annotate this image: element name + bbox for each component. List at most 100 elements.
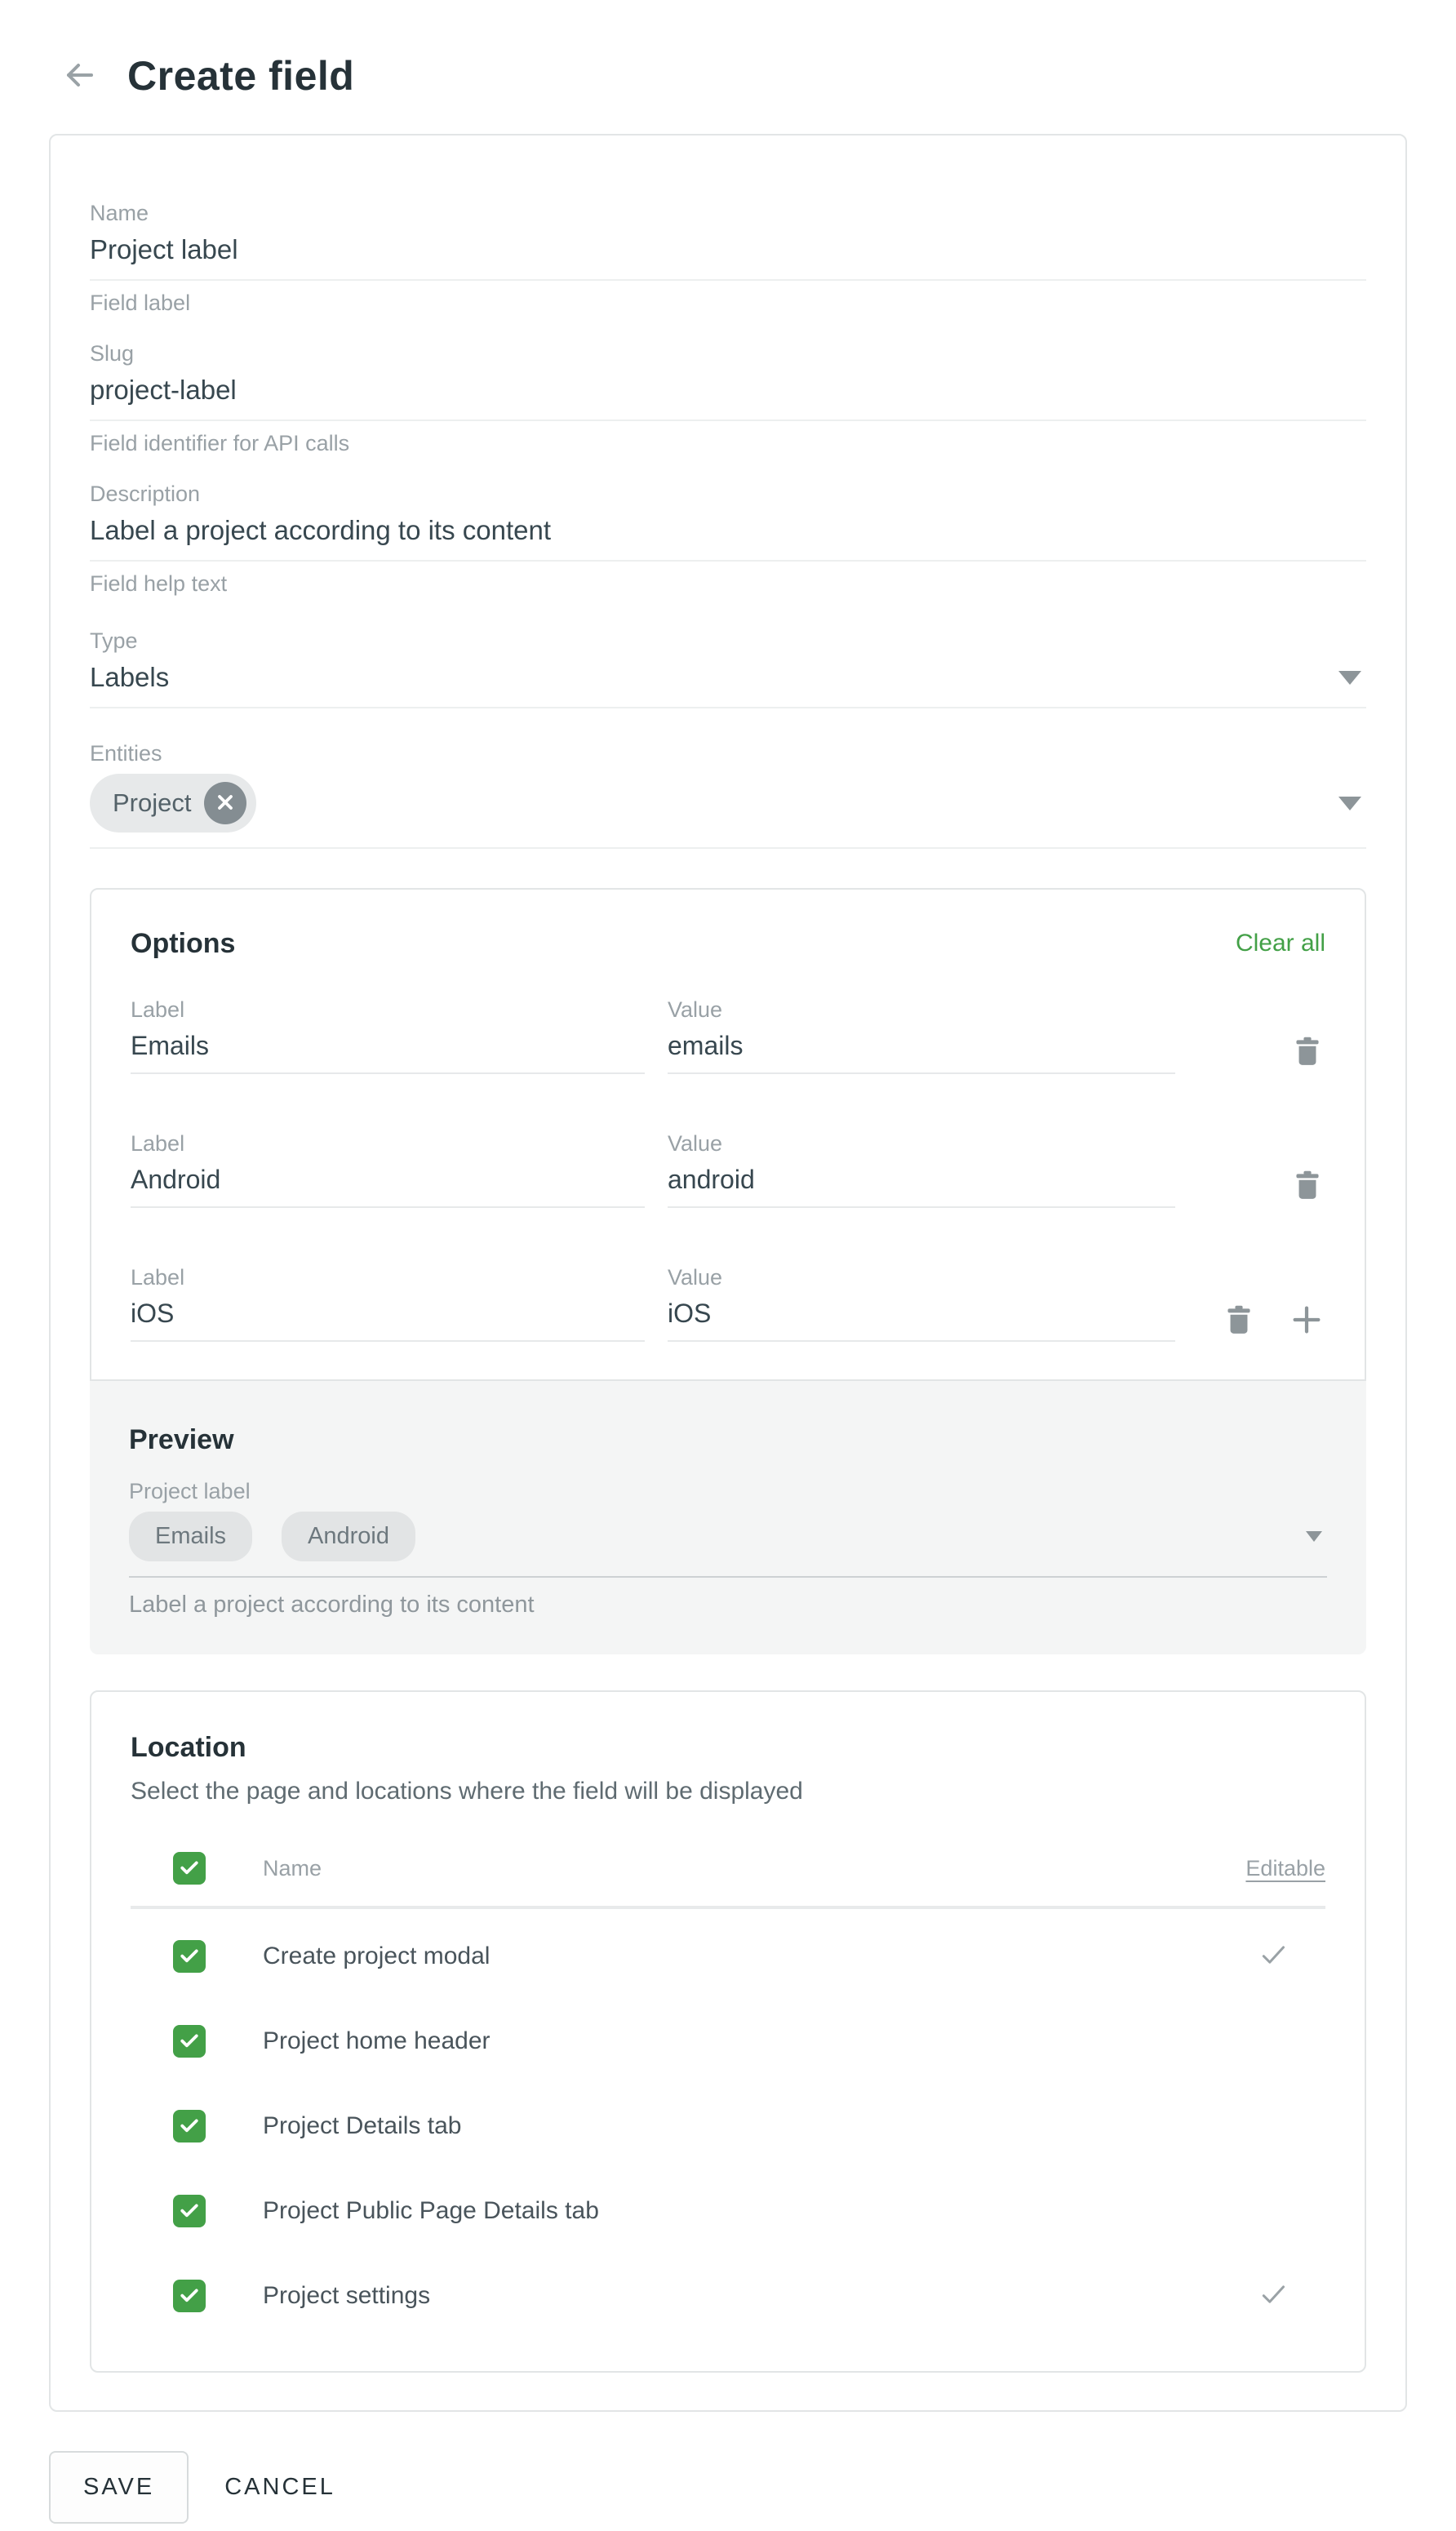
option-label-field: Label <box>131 1265 645 1342</box>
delete-option-button[interactable] <box>1290 1167 1325 1206</box>
description-input[interactable] <box>90 509 1366 562</box>
option-label-field: Label <box>131 997 645 1074</box>
arrow-left-icon <box>60 56 100 97</box>
location-checkbox[interactable] <box>173 2110 206 2142</box>
location-row-name: Project Details tab <box>263 2112 461 2140</box>
option-value-field: Value <box>668 1265 1175 1342</box>
trash-icon <box>1290 1167 1325 1206</box>
check-icon <box>177 2198 202 2225</box>
add-option-button[interactable] <box>1288 1301 1325 1341</box>
entity-chip-label: Project <box>113 788 191 818</box>
option-label-input[interactable] <box>131 1159 645 1208</box>
location-row-name: Create project modal <box>263 1943 490 1970</box>
option-value-caption: Value <box>668 1265 1175 1290</box>
description-helper: Field help text <box>90 571 1366 596</box>
delete-option-button[interactable] <box>1221 1302 1257 1340</box>
location-checkbox[interactable] <box>173 1940 206 1973</box>
name-helper: Field label <box>90 291 1366 315</box>
entities-select[interactable]: Project <box>90 774 1366 849</box>
options-title: Options <box>131 927 235 960</box>
options-section: Options Clear all Label Value <box>90 888 1366 1381</box>
select-all-checkbox[interactable] <box>173 1852 206 1885</box>
option-label-caption: Label <box>131 1131 645 1156</box>
option-value-input[interactable] <box>668 1293 1175 1342</box>
type-selected-value: Labels <box>90 661 169 694</box>
entities-label: Entities <box>90 741 1366 766</box>
slug-field: Slug Field identifier for API calls <box>90 341 1366 455</box>
back-button[interactable] <box>57 53 103 99</box>
location-row: Project home header <box>131 1999 1325 2084</box>
preview-section: Preview Project label Emails Android Lab… <box>90 1381 1366 1654</box>
chevron-down-icon <box>1338 671 1361 685</box>
location-checkbox[interactable] <box>173 2280 206 2312</box>
option-row: Label Value <box>131 1131 1325 1208</box>
description-field: Description Field help text <box>90 482 1366 596</box>
option-value-field: Value <box>668 997 1175 1074</box>
option-label-field: Label <box>131 1131 645 1208</box>
preview-helper: Label a project according to its content <box>129 1591 1327 1619</box>
editable-check-icon <box>1257 2278 1290 2315</box>
location-row-name: Project Public Page Details tab <box>263 2197 599 2225</box>
page-title: Create field <box>127 52 354 100</box>
chevron-down-icon <box>1306 1531 1322 1542</box>
location-row: Create project modal <box>131 1914 1325 1999</box>
type-field: Type Labels <box>90 628 1366 708</box>
editable-column-header: Editable <box>1187 1856 1325 1881</box>
location-row: Project Public Page Details tab <box>131 2169 1325 2253</box>
create-field-card: Name Field label Slug Field identifier f… <box>49 134 1407 2412</box>
table-divider <box>131 1906 1325 1909</box>
preview-underline <box>129 1576 1327 1578</box>
type-label: Type <box>90 628 1366 653</box>
location-section: Location Select the page and locations w… <box>90 1690 1366 2373</box>
location-checkbox[interactable] <box>173 2025 206 2058</box>
check-icon <box>177 1855 202 1882</box>
name-label: Name <box>90 201 1366 225</box>
remove-chip-button[interactable] <box>204 782 246 824</box>
editable-check-icon <box>1257 1938 1290 1975</box>
check-icon <box>177 2028 202 2055</box>
name-input[interactable] <box>90 229 1366 281</box>
option-label-input[interactable] <box>131 1025 645 1074</box>
option-label-caption: Label <box>131 997 645 1022</box>
clear-all-button[interactable]: Clear all <box>1236 930 1325 957</box>
trash-icon <box>1290 1033 1325 1072</box>
option-row: Label Value <box>131 997 1325 1074</box>
option-value-input[interactable] <box>668 1025 1175 1074</box>
location-row: Project settings <box>131 2253 1325 2338</box>
delete-option-button[interactable] <box>1290 1033 1325 1072</box>
location-table-header: Name Editable <box>131 1852 1325 1885</box>
trash-icon <box>1221 1302 1257 1340</box>
option-value-caption: Value <box>668 997 1175 1022</box>
preview-field-label: Project label <box>129 1479 1327 1503</box>
footer-actions: SAVE CANCEL <box>49 2451 1456 2524</box>
slug-input[interactable] <box>90 369 1366 421</box>
slug-label: Slug <box>90 341 1366 366</box>
location-subtitle: Select the page and locations where the … <box>131 1777 1325 1806</box>
type-select[interactable]: Labels <box>90 656 1366 708</box>
entity-chip: Project <box>90 774 256 833</box>
option-row: Label Value <box>131 1265 1325 1342</box>
preview-chip: Emails <box>129 1512 252 1561</box>
option-label-caption: Label <box>131 1265 645 1290</box>
description-label: Description <box>90 482 1366 506</box>
location-row-name: Project home header <box>263 2027 491 2055</box>
close-icon <box>214 791 237 816</box>
option-value-field: Value <box>668 1131 1175 1208</box>
location-title: Location <box>131 1731 1325 1764</box>
name-column-header: Name <box>263 1856 322 1881</box>
cancel-button[interactable]: CANCEL <box>224 2474 335 2501</box>
option-label-input[interactable] <box>131 1293 645 1342</box>
page-header: Create field <box>0 0 1456 100</box>
entities-field: Entities Project <box>90 741 1366 849</box>
location-row-name: Project settings <box>263 2282 430 2310</box>
check-icon <box>177 1943 202 1970</box>
save-button[interactable]: SAVE <box>49 2451 189 2524</box>
location-row: Project Details tab <box>131 2084 1325 2169</box>
location-checkbox[interactable] <box>173 2195 206 2227</box>
preview-chip: Android <box>282 1512 415 1561</box>
chevron-down-icon <box>1338 797 1361 810</box>
preview-title: Preview <box>129 1423 1327 1456</box>
check-icon <box>177 2113 202 2140</box>
preview-select[interactable]: Emails Android <box>129 1512 1327 1561</box>
option-value-input[interactable] <box>668 1159 1175 1208</box>
